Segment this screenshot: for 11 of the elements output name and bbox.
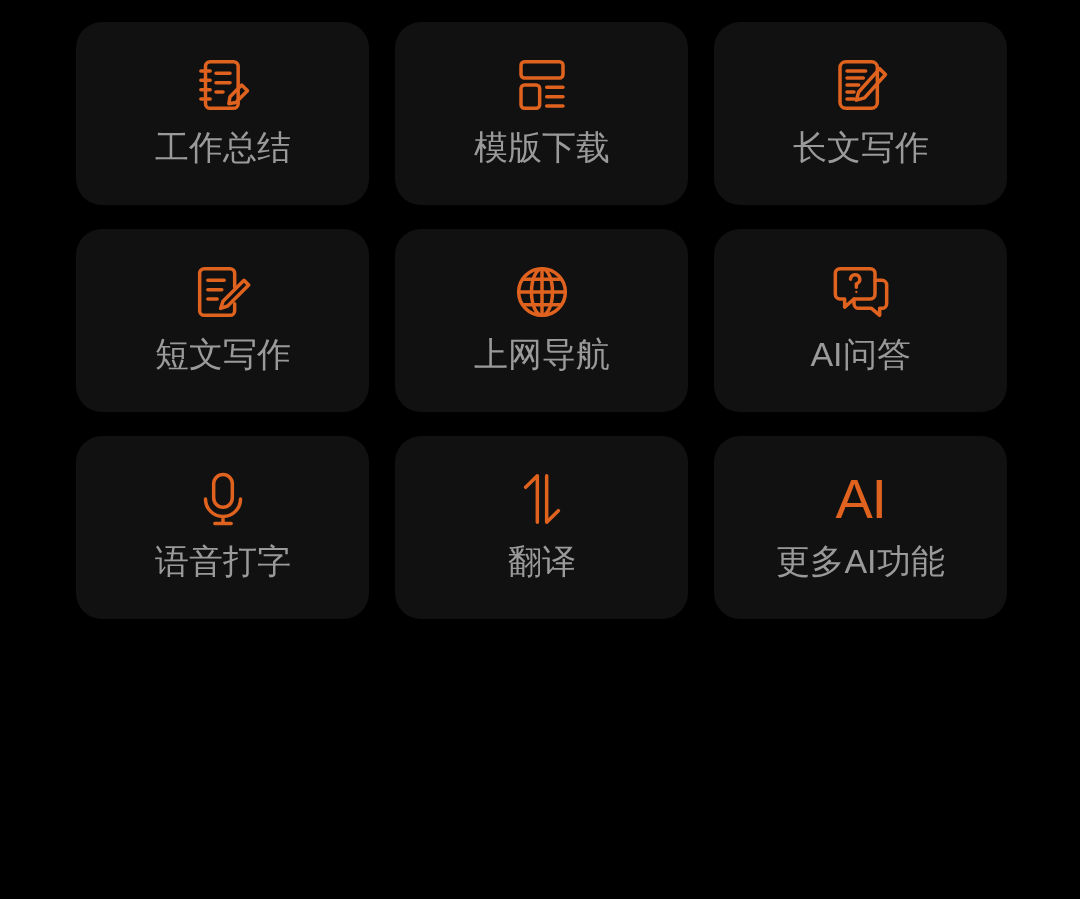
feature-tile[interactable]: 工作总结 [76,22,369,205]
feature-tile[interactable]: 短文写作 [76,229,369,412]
feature-tile[interactable]: 上网导航 [395,229,688,412]
feature-tile[interactable]: 长文写作 [714,22,1007,205]
feature-tile[interactable]: 翻译 [395,436,688,619]
ai-icon: AI [835,469,886,529]
feature-tile[interactable]: AI 更多AI功能 [714,436,1007,619]
feature-tile[interactable]: 模版下载 [395,22,688,205]
feature-tile[interactable]: AI问答 [714,229,1007,412]
feature-tile[interactable]: 语音打字 [76,436,369,619]
chat-question-icon [832,264,889,320]
